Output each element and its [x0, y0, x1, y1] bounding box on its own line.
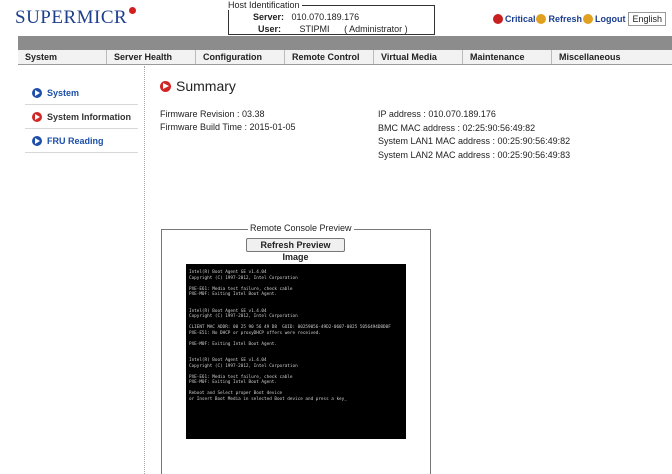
lan2-mac-address: System LAN2 MAC address : 00:25:90:56:49… [378, 149, 571, 160]
language-select[interactable]: English [628, 12, 666, 26]
nav-configuration[interactable]: Configuration [196, 50, 285, 64]
sidebar: System System Information FRU Reading [25, 81, 138, 153]
console-preview-screen[interactable]: Intel(R) Boot Agent GE v1.4.04 Copyright … [186, 264, 406, 439]
sidebar-item-fru-reading[interactable]: FRU Reading [25, 129, 138, 153]
console-line: CLIENT MAC ADDR: 00 25 90 56 49 D8 GUID:… [189, 325, 391, 330]
arrow-right-icon [32, 111, 42, 122]
bmc-mac-address: BMC MAC address : 02:25:90:56:49:82 [378, 122, 536, 133]
nav-server-health[interactable]: Server Health [107, 50, 196, 64]
page-title: Summary [176, 78, 236, 94]
nav-system[interactable]: System [18, 50, 107, 64]
network-info: IP address : 010.070.189.176 BMC MAC add… [378, 108, 570, 162]
arrow-right-icon [32, 87, 42, 98]
summary-header: Summary [160, 78, 236, 94]
main-nav: System Server Health Configuration Remot… [18, 50, 672, 65]
supermicro-logo: SUPERMICR [15, 7, 137, 29]
refresh-link[interactable]: Refresh [536, 14, 582, 24]
nav-virtual-media[interactable]: Virtual Media [374, 50, 463, 64]
console-line: or Insert Boot Media in selected Boot de… [189, 396, 347, 402]
firmware-info: Firmware Revision : 03.38 Firmware Build… [160, 108, 296, 134]
refresh-preview-button[interactable]: Refresh Preview Image [246, 238, 345, 262]
sidebar-item-system[interactable]: System [25, 81, 138, 105]
critical-icon [492, 14, 503, 24]
sidebar-item-system-information[interactable]: System Information [25, 105, 138, 129]
lan1-mac-address: System LAN1 MAC address : 00:25:90:56:49… [378, 136, 571, 146]
firmware-build-time: Firmware Build Time : 2015-01-05 [160, 122, 296, 132]
server-value: 010.070.189.176 [291, 12, 360, 22]
top-right-links: Critical Refresh Logout English [492, 12, 666, 26]
refresh-icon [536, 14, 547, 24]
logout-icon [582, 14, 593, 24]
server-row: Server: 010.070.189.176 [253, 12, 359, 22]
nav-miscellaneous[interactable]: Miscellaneous [552, 50, 641, 64]
user-row: User: STIPMI ( Administrator ) [258, 24, 408, 34]
user-label: User: [258, 24, 282, 34]
critical-link[interactable]: Critical [492, 14, 535, 24]
user-value: STIPMI [299, 24, 330, 34]
remote-console-preview-title: Remote Console Preview [248, 223, 354, 233]
firmware-revision: Firmware Revision : 03.38 [160, 109, 265, 119]
server-label: Server: [253, 12, 285, 22]
logo-dot [129, 7, 137, 14]
host-identification-title: Host Identification [228, 0, 302, 10]
logout-link[interactable]: Logout [582, 14, 625, 24]
nav-bar-background [18, 36, 672, 50]
nav-maintenance[interactable]: Maintenance [463, 50, 552, 64]
user-role: ( Administrator ) [344, 24, 408, 34]
nav-remote-control[interactable]: Remote Control [285, 50, 374, 64]
ip-address: IP address : 010.070.189.176 [378, 109, 496, 119]
arrow-right-icon [32, 135, 42, 146]
arrow-right-icon [160, 80, 171, 92]
sidebar-divider [144, 66, 145, 474]
